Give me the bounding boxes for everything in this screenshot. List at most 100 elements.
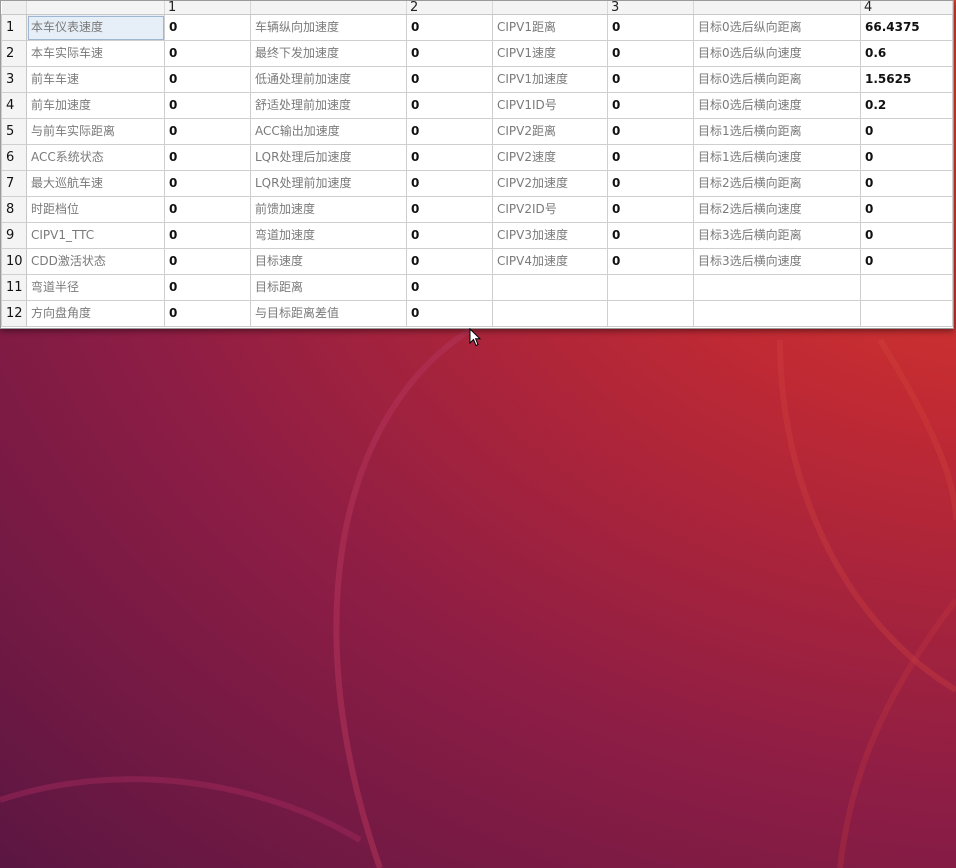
signal-value-cell[interactable]: 0 xyxy=(164,118,251,145)
signal-name-cell[interactable]: 与前车实际距离 xyxy=(26,118,165,145)
row-number[interactable]: 9 xyxy=(1,222,27,249)
signal-name-cell[interactable]: 目标0选后纵向距离 xyxy=(693,14,861,41)
signal-name-cell[interactable]: 目标0选后纵向速度 xyxy=(693,40,861,67)
signal-name-cell[interactable]: 目标1选后横向速度 xyxy=(693,144,861,171)
signal-name-cell[interactable]: 目标2选后横向距离 xyxy=(693,170,861,197)
signal-value-cell[interactable]: 0 xyxy=(607,248,694,275)
signal-name-cell[interactable]: CIPV1距离 xyxy=(492,14,608,41)
signal-value-cell[interactable]: 0 xyxy=(607,144,694,171)
signal-name-cell[interactable] xyxy=(492,300,608,327)
signal-name-cell[interactable]: 目标3选后横向速度 xyxy=(693,248,861,275)
row-number[interactable]: 1 xyxy=(1,14,27,41)
column-header[interactable] xyxy=(693,1,861,15)
row-number[interactable]: 5 xyxy=(1,118,27,145)
signal-value-cell[interactable]: 0 xyxy=(164,300,251,327)
signal-value-cell[interactable] xyxy=(860,300,953,327)
signal-name-cell[interactable]: CIPV2加速度 xyxy=(492,170,608,197)
signal-value-cell[interactable]: 0 xyxy=(607,40,694,67)
signal-name-cell[interactable]: CDD激活状态 xyxy=(26,248,165,275)
signal-name-cell[interactable]: 弯道加速度 xyxy=(250,222,407,249)
signal-name-cell[interactable]: 目标0选后横向速度 xyxy=(693,92,861,119)
signal-name-cell[interactable]: CIPV2距离 xyxy=(492,118,608,145)
row-number[interactable]: 10 xyxy=(1,248,27,275)
signal-value-cell[interactable]: 0 xyxy=(406,248,493,275)
column-header[interactable]: 4 xyxy=(860,1,953,15)
signal-value-cell[interactable]: 0 xyxy=(164,144,251,171)
signal-name-cell[interactable]: 目标0选后横向距离 xyxy=(693,66,861,93)
column-header[interactable]: 2 xyxy=(406,1,493,15)
signal-value-cell[interactable]: 0 xyxy=(164,196,251,223)
signal-name-cell[interactable]: 目标2选后横向速度 xyxy=(693,196,861,223)
signal-value-cell[interactable]: 0 xyxy=(607,196,694,223)
signal-value-cell[interactable]: 0 xyxy=(860,144,953,171)
signal-value-cell[interactable]: 0 xyxy=(164,222,251,249)
signal-name-cell[interactable]: CIPV1ID号 xyxy=(492,92,608,119)
signal-value-cell[interactable]: 0 xyxy=(406,92,493,119)
signal-name-cell[interactable]: 弯道半径 xyxy=(26,274,165,301)
signal-value-cell[interactable]: 0 xyxy=(406,300,493,327)
column-header[interactable]: 3 xyxy=(607,1,694,15)
signal-value-cell[interactable]: 0 xyxy=(406,170,493,197)
row-number[interactable]: 6 xyxy=(1,144,27,171)
column-header[interactable]: 1 xyxy=(164,1,251,15)
signal-name-cell[interactable]: CIPV4加速度 xyxy=(492,248,608,275)
signal-value-cell[interactable]: 66.4375 xyxy=(860,14,953,41)
signal-value-cell[interactable]: 0 xyxy=(607,170,694,197)
signal-name-cell[interactable]: 时距档位 xyxy=(26,196,165,223)
signal-value-cell[interactable]: 0 xyxy=(860,248,953,275)
signal-value-cell[interactable]: 0 xyxy=(607,118,694,145)
signal-name-cell[interactable]: CIPV2ID号 xyxy=(492,196,608,223)
signal-value-cell[interactable]: 0 xyxy=(607,14,694,41)
signal-value-cell[interactable]: 0 xyxy=(406,14,493,41)
signal-value-cell[interactable]: 0 xyxy=(164,274,251,301)
signal-value-cell[interactable]: 0 xyxy=(164,14,251,41)
signal-name-cell[interactable] xyxy=(693,300,861,327)
signal-value-cell[interactable]: 0 xyxy=(164,248,251,275)
signal-name-cell[interactable]: 目标速度 xyxy=(250,248,407,275)
signal-value-cell[interactable]: 0 xyxy=(607,92,694,119)
signal-value-cell[interactable]: 0 xyxy=(406,144,493,171)
signal-value-cell[interactable]: 0 xyxy=(406,40,493,67)
signal-value-cell[interactable]: 1.5625 xyxy=(860,66,953,93)
signal-name-cell[interactable]: 目标3选后横向距离 xyxy=(693,222,861,249)
signal-name-cell[interactable]: 目标距离 xyxy=(250,274,407,301)
signal-value-cell[interactable]: 0 xyxy=(860,170,953,197)
column-header[interactable] xyxy=(492,1,608,15)
signal-name-cell[interactable]: 前馈加速度 xyxy=(250,196,407,223)
signal-value-cell[interactable]: 0 xyxy=(607,66,694,93)
signal-name-cell[interactable] xyxy=(492,274,608,301)
signal-value-cell[interactable]: 0.6 xyxy=(860,40,953,67)
signal-name-cell[interactable]: CIPV3加速度 xyxy=(492,222,608,249)
signal-value-cell[interactable]: 0 xyxy=(860,222,953,249)
row-number[interactable]: 2 xyxy=(1,40,27,67)
signal-name-cell[interactable]: ACC输出加速度 xyxy=(250,118,407,145)
signal-name-cell[interactable]: 前车车速 xyxy=(26,66,165,93)
signal-name-cell[interactable]: 最大巡航车速 xyxy=(26,170,165,197)
signal-name-cell[interactable]: LQR处理前加速度 xyxy=(250,170,407,197)
row-number[interactable]: 7 xyxy=(1,170,27,197)
row-number[interactable]: 4 xyxy=(1,92,27,119)
signal-name-cell[interactable] xyxy=(693,274,861,301)
row-number[interactable]: 12 xyxy=(1,300,27,327)
signal-value-cell[interactable]: 0 xyxy=(406,222,493,249)
signal-name-cell[interactable]: 舒适处理前加速度 xyxy=(250,92,407,119)
signal-value-cell[interactable]: 0 xyxy=(164,66,251,93)
signal-name-cell[interactable]: 目标1选后横向距离 xyxy=(693,118,861,145)
column-header[interactable] xyxy=(26,1,165,15)
signal-value-cell[interactable]: 0.2 xyxy=(860,92,953,119)
signal-value-cell[interactable] xyxy=(860,274,953,301)
signal-name-cell[interactable]: CIPV1加速度 xyxy=(492,66,608,93)
signal-name-cell[interactable]: 与目标距离差值 xyxy=(250,300,407,327)
signal-value-cell[interactable]: 0 xyxy=(164,92,251,119)
signal-name-cell[interactable]: ACC系统状态 xyxy=(26,144,165,171)
corner-header[interactable] xyxy=(1,1,27,15)
row-number[interactable]: 11 xyxy=(1,274,27,301)
signal-name-cell[interactable]: 本车实际车速 xyxy=(26,40,165,67)
signal-name-cell[interactable]: 最终下发加速度 xyxy=(250,40,407,67)
signal-value-cell[interactable]: 0 xyxy=(607,222,694,249)
signal-value-cell[interactable]: 0 xyxy=(406,196,493,223)
signal-value-cell[interactable]: 0 xyxy=(860,118,953,145)
signal-name-cell[interactable]: CIPV2速度 xyxy=(492,144,608,171)
signal-name-cell[interactable]: 车辆纵向加速度 xyxy=(250,14,407,41)
signal-value-cell[interactable]: 0 xyxy=(406,66,493,93)
